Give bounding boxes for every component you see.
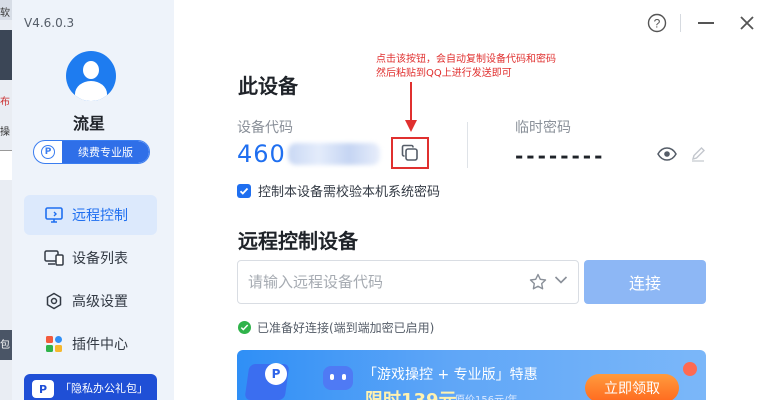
pro-icon: P bbox=[32, 380, 54, 398]
background-char: 操 bbox=[0, 127, 10, 138]
background-char: 布 bbox=[0, 97, 10, 108]
temp-password-value: -------- bbox=[515, 144, 606, 168]
copy-icon bbox=[401, 144, 418, 161]
sidebar-item-advanced-settings[interactable]: 高级设置 bbox=[24, 281, 157, 321]
desktop-background-strip: 软 布 操 包 bbox=[0, 0, 12, 400]
help-button[interactable]: ? bbox=[646, 12, 668, 34]
annotation-line: 然后粘贴到QQ上进行发送即可 bbox=[376, 68, 512, 79]
device-code-value: 460 bbox=[237, 140, 286, 168]
remote-control-title: 远程控制设备 bbox=[238, 229, 358, 253]
temp-password-label: 临时密码 bbox=[515, 120, 571, 136]
banner-headline: 「游戏操控 + 专业版」特惠 bbox=[363, 367, 538, 383]
renew-pro-label: 续费专业版 bbox=[62, 141, 149, 163]
device-code-label: 设备代码 bbox=[237, 120, 293, 136]
connect-button[interactable]: 连接 bbox=[584, 260, 706, 304]
username: 流星 bbox=[72, 114, 105, 133]
favorite-star-icon[interactable] bbox=[529, 273, 547, 291]
help-icon: ? bbox=[647, 13, 667, 33]
banner-price: 限时139元 bbox=[365, 386, 457, 400]
monitor-icon bbox=[44, 206, 64, 224]
checkbox-label: 控制本设备需校验本机系统密码 bbox=[258, 185, 441, 200]
gamepad-robot-icon bbox=[323, 366, 353, 390]
promo-label: 「隐私办公礼包」 bbox=[60, 382, 148, 395]
controls-separator bbox=[680, 14, 681, 32]
sidebar-item-device-list[interactable]: 设备列表 bbox=[24, 238, 157, 278]
sidebar-item-label: 插件中心 bbox=[72, 337, 128, 353]
connection-status: 已准备好连接(端到端加密已启用) bbox=[238, 319, 434, 336]
renew-pro-badge[interactable]: P 续费专业版 bbox=[33, 140, 150, 164]
avatar[interactable] bbox=[66, 51, 116, 101]
chevron-down-icon[interactable] bbox=[554, 275, 568, 285]
plugins-icon bbox=[44, 335, 64, 353]
annotation-arrow-icon bbox=[405, 82, 417, 132]
devices-icon bbox=[44, 249, 64, 267]
checkbox-checked-icon bbox=[237, 183, 251, 198]
minimize-icon bbox=[698, 22, 714, 24]
minimize-button[interactable] bbox=[694, 12, 718, 34]
sidebar: V4.6.0.3 流星 P 续费专业版 远程控制 设备列表 高级设置 插件中心 … bbox=[12, 0, 174, 400]
svg-text:?: ? bbox=[654, 17, 661, 31]
banner-original-price: 原价156元/年 bbox=[455, 391, 517, 400]
background-char: 软 bbox=[0, 8, 10, 19]
edit-password-icon[interactable] bbox=[690, 146, 706, 162]
sidebar-item-label: 设备列表 bbox=[72, 251, 128, 267]
remote-code-input[interactable] bbox=[248, 273, 508, 291]
vertical-divider bbox=[467, 122, 468, 168]
claim-now-button[interactable]: 立即领取 bbox=[585, 374, 679, 400]
sidebar-item-plugin-center[interactable]: 插件中心 bbox=[24, 324, 157, 364]
sidebar-nav: 远程控制 设备列表 高级设置 插件中心 bbox=[24, 195, 157, 367]
close-icon bbox=[740, 16, 754, 30]
copy-annotation: 点击该按钮，会自动复制设备代码和密码 然后粘贴到QQ上进行发送即可 bbox=[376, 53, 556, 81]
show-password-icon[interactable] bbox=[657, 146, 677, 162]
version-label: V4.6.0.3 bbox=[24, 16, 75, 30]
annotation-line: 点击该按钮，会自动复制设备代码和密码 bbox=[376, 54, 556, 65]
sidebar-item-remote-control[interactable]: 远程控制 bbox=[24, 195, 157, 235]
pro-icon: P bbox=[265, 363, 287, 385]
sidebar-item-label: 远程控制 bbox=[72, 208, 128, 224]
background-char: 包 bbox=[0, 340, 10, 351]
copy-code-button[interactable] bbox=[391, 137, 429, 169]
remote-code-field bbox=[237, 260, 579, 304]
settings-icon bbox=[44, 292, 64, 310]
privacy-gift-promo[interactable]: P 「隐私办公礼包」 bbox=[24, 374, 157, 400]
check-circle-icon bbox=[238, 321, 251, 334]
pro-icon: P bbox=[34, 141, 62, 163]
device-code-blur-mask bbox=[288, 143, 380, 165]
verify-system-password-checkbox[interactable]: 控制本设备需校验本机系统密码 bbox=[237, 181, 440, 200]
banner-decoration bbox=[683, 362, 697, 376]
close-button[interactable] bbox=[736, 12, 758, 34]
sidebar-item-label: 高级设置 bbox=[72, 294, 128, 310]
status-text: 已准备好连接(端到端加密已启用) bbox=[257, 321, 435, 335]
promo-banner[interactable]: P 「游戏操控 + 专业版」特惠 限时139元 原价156元/年 立即领取 bbox=[237, 350, 706, 400]
this-device-title: 此设备 bbox=[238, 74, 298, 98]
